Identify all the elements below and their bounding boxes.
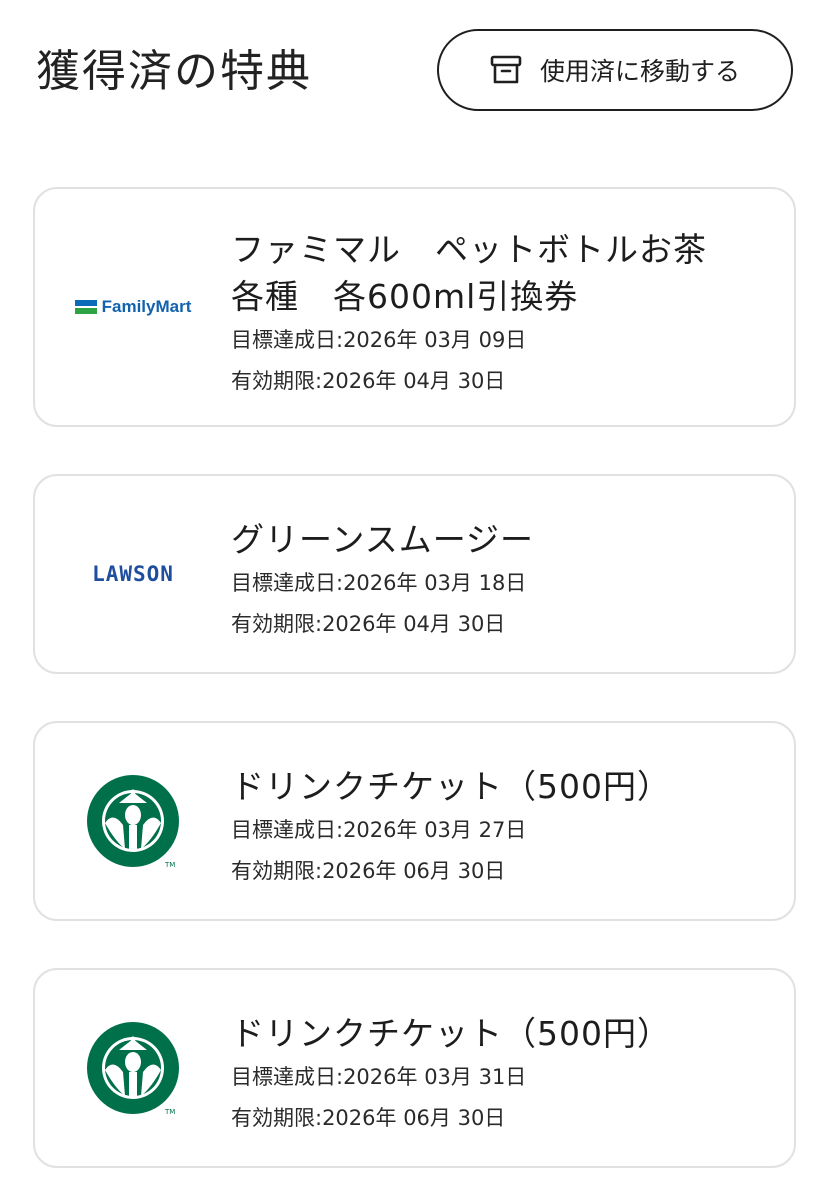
expiry-date: 有効期限:2026年 04月 30日 (231, 369, 506, 393)
starbucks-siren-icon: TM (87, 1022, 179, 1116)
reward-card[interactable]: FamilyMart ファミマル ペットボトルお茶 各種 各600ml引換券 目… (33, 187, 796, 427)
reward-details: グリーンスムージー 目標達成日:2026年 03月 18日 有効期限:2026年… (231, 516, 774, 645)
expiry-date: 有効期限:2026年 04月 30日 (231, 612, 506, 636)
familymart-logo: FamilyMart (69, 189, 197, 425)
starbucks-logo: TM (69, 723, 197, 919)
reward-card[interactable]: TM ドリンクチケット（500円） 目標達成日:2026年 03月 27日 有効… (33, 721, 796, 921)
svg-text:TM: TM (164, 1108, 175, 1116)
achieved-date: 目標達成日:2026年 03月 27日 (231, 818, 527, 842)
reward-title: ファミマル ペットボトルお茶 各種 各600ml引換券 (231, 230, 707, 316)
svg-text:TM: TM (164, 861, 175, 869)
achieved-date: 目標達成日:2026年 03月 31日 (231, 1065, 527, 1089)
expiry-date: 有効期限:2026年 06月 30日 (231, 1106, 506, 1130)
achieved-date: 目標達成日:2026年 03月 09日 (231, 328, 527, 352)
reward-details: ドリンクチケット（500円） 目標達成日:2026年 03月 27日 有効期限:… (231, 763, 774, 892)
reward-card[interactable]: LAWSON グリーンスムージー 目標達成日:2026年 03月 18日 有効期… (33, 474, 796, 674)
reward-title: グリーンスムージー (231, 520, 535, 559)
lawson-logo: LAWSON (69, 476, 197, 672)
reward-details: ドリンクチケット（500円） 目標達成日:2026年 03月 31日 有効期限:… (231, 1010, 774, 1139)
reward-card[interactable]: TM ドリンクチケット（500円） 目標達成日:2026年 03月 31日 有効… (33, 968, 796, 1168)
reward-title: ドリンクチケット（500円） (231, 1014, 671, 1053)
familymart-wordmark: FamilyMart (101, 297, 192, 316)
starbucks-siren-icon: TM (87, 775, 179, 869)
achieved-date: 目標達成日:2026年 03月 18日 (231, 571, 527, 595)
reward-details: ファミマル ペットボトルお茶 各種 各600ml引換券 目標達成日:2026年 … (231, 226, 774, 402)
archive-box-icon (490, 55, 522, 85)
starbucks-logo: TM (69, 970, 197, 1166)
header: 獲得済の特典 使用済に移動する (0, 0, 829, 150)
lawson-wordmark: LAWSON (92, 562, 174, 586)
expiry-date: 有効期限:2026年 06月 30日 (231, 859, 506, 883)
page-title: 獲得済の特典 (36, 46, 312, 97)
familymart-stripes-icon (74, 300, 97, 314)
move-to-used-label: 使用済に移動する (539, 57, 740, 86)
move-to-used-button[interactable]: 使用済に移動する (437, 29, 793, 111)
reward-title: ドリンクチケット（500円） (231, 767, 671, 806)
